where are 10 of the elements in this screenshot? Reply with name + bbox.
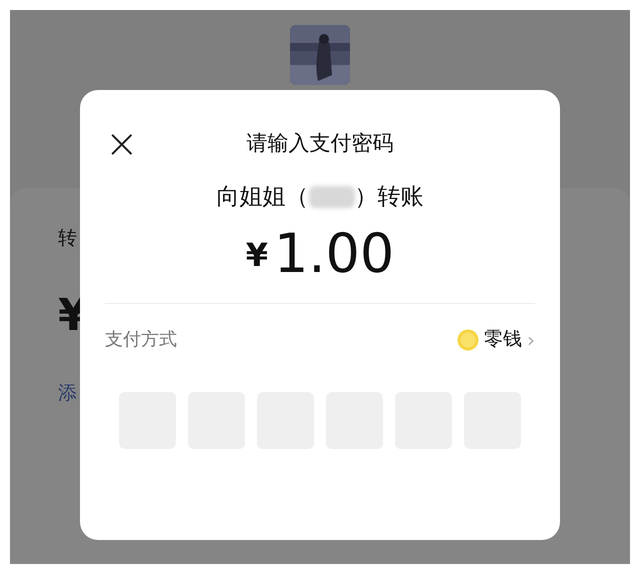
coin-icon <box>457 328 479 350</box>
payment-method-label: 支付方式 <box>105 328 177 352</box>
transfer-text: ）转账 <box>354 183 424 212</box>
blurred-name <box>308 186 354 208</box>
payee-text: 向姐姐（ <box>216 183 308 212</box>
transfer-label: 转 <box>58 226 77 251</box>
payment-method-selector[interactable]: 零钱 › <box>457 324 535 354</box>
dialog-title: 请输入支付密码 <box>246 130 394 158</box>
amount-text: 1.00 <box>274 220 394 286</box>
currency-symbol: ¥ <box>246 234 268 276</box>
